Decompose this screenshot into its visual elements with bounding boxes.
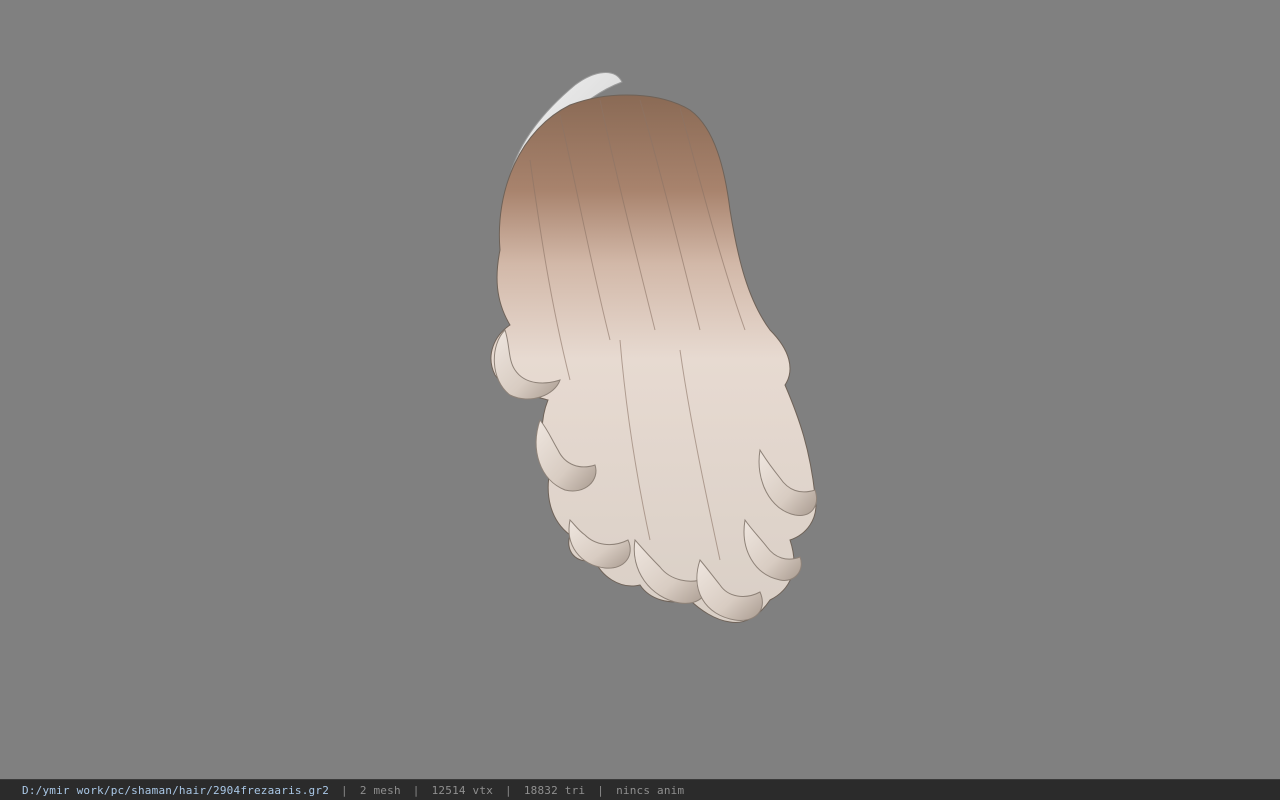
separator: | [597,783,605,797]
triangle-count-label: 18832 tri [523,783,586,797]
file-path-label: D:/ymir work/pc/shaman/hair/2904frezaari… [22,783,330,797]
mesh-count-label: 2 mesh [359,783,401,797]
vertex-count-label: 12514 vtx [431,783,494,797]
animation-status-label: nincs anim [616,783,685,797]
separator: | [412,783,420,797]
3d-viewport[interactable] [0,0,1280,779]
separator: | [505,783,512,797]
separator: | [341,783,348,797]
hair-main-shape [490,94,817,624]
hair-model-preview [490,72,817,624]
status-bar: D:/ymir work/pc/shaman/hair/2904frezaari… [0,779,1280,800]
